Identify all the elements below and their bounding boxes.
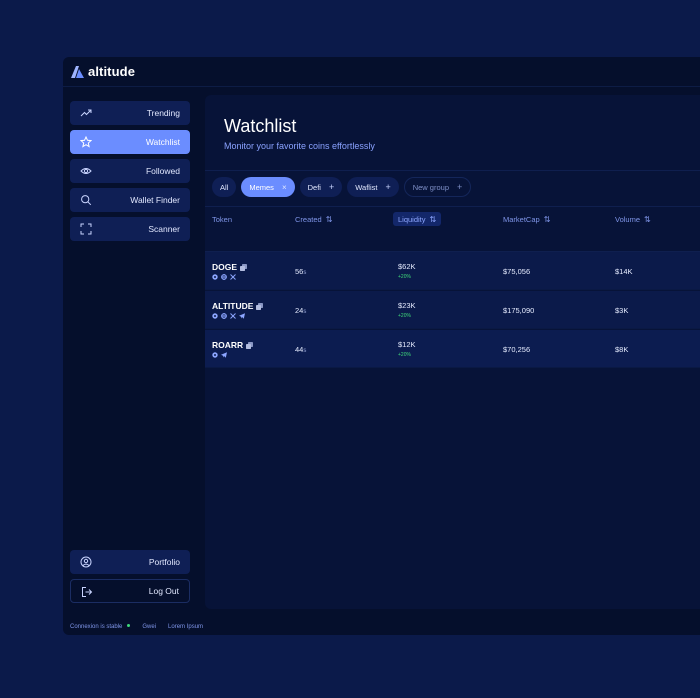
sort-icon: ⇅ xyxy=(644,214,651,224)
add-icon[interactable]: + xyxy=(329,182,334,192)
sidebar-item-logout[interactable]: Log Out xyxy=(70,579,190,603)
scan-icon xyxy=(80,223,92,235)
connection-status: Connexion is stable xyxy=(70,624,131,630)
marketcap-cell: $70,256 xyxy=(503,345,531,354)
star-icon xyxy=(80,136,92,148)
column-header-created[interactable]: Created ⇅ xyxy=(295,212,332,226)
token-name: ALTITUDE xyxy=(212,301,264,311)
status-dot-icon xyxy=(127,624,131,628)
volume-cell: $3K xyxy=(615,306,629,315)
marketcap-cell: $75,056 xyxy=(503,267,531,276)
column-header-token: Token xyxy=(212,214,233,224)
group-chip-memes[interactable]: Memes × xyxy=(241,177,295,197)
table-row[interactable]: ROARR 44s $12K +20% $70,256 $8K xyxy=(205,330,700,368)
web-icon[interactable] xyxy=(212,274,218,280)
column-header-liquidity[interactable]: Liquidity ⇅ xyxy=(393,212,442,226)
table-row[interactable]: DOGE 56s $62K +20% $75,056 $14K xyxy=(205,252,700,290)
globe-icon[interactable] xyxy=(221,274,227,280)
eye-icon xyxy=(80,168,92,174)
liquidity-value: $62K xyxy=(398,262,416,271)
x-icon[interactable] xyxy=(230,313,236,319)
sidebar-item-label: Watchlist xyxy=(145,137,180,147)
copy-icon[interactable] xyxy=(246,341,254,349)
sidebar-item-label: Wallet Finder xyxy=(130,195,180,205)
sidebar-item-label: Log Out xyxy=(148,586,179,596)
telegram-icon[interactable] xyxy=(239,313,245,319)
app-window: altitude Trending Watchlist Followed Wal… xyxy=(63,57,700,635)
token-name: ROARR xyxy=(212,340,254,350)
add-icon: + xyxy=(457,182,463,192)
sidebar: Trending Watchlist Followed Wallet Finde… xyxy=(63,95,197,609)
liquidity-value: $23K xyxy=(398,301,416,310)
telegram-icon[interactable] xyxy=(221,352,227,358)
sidebar-item-label: Portfolio xyxy=(148,557,180,567)
group-chip-waflist[interactable]: Waflist + xyxy=(347,177,399,197)
created-cell: 56s xyxy=(295,267,307,276)
group-tabs: All Memes × Defi + Waflist + New group + xyxy=(212,177,472,197)
token-name: DOGE xyxy=(212,262,248,272)
x-icon[interactable] xyxy=(230,274,236,280)
page-subtitle: Monitor your favorite coins effortlessly xyxy=(224,141,375,151)
created-cell: 44s xyxy=(295,345,307,354)
status-item-lorem: Lorem Ipsum xyxy=(168,623,204,630)
liquidity-change: +20% xyxy=(398,274,411,280)
sidebar-item-followed[interactable]: Followed xyxy=(70,159,190,183)
tabs-divider xyxy=(205,206,700,207)
sidebar-item-wallet-finder[interactable]: Wallet Finder xyxy=(70,188,190,212)
liquidity-change: +20% xyxy=(398,313,411,319)
sort-icon: ⇅ xyxy=(543,214,551,224)
marketcap-cell: $175,090 xyxy=(503,306,535,315)
copy-icon[interactable] xyxy=(240,263,248,271)
web-icon[interactable] xyxy=(212,313,218,319)
sidebar-item-portfolio[interactable]: Portfolio xyxy=(70,550,190,574)
watchlist-panel: Watchlist Monitor your favorite coins ef… xyxy=(205,95,700,609)
group-chip-defi[interactable]: Defi + xyxy=(299,177,343,197)
new-group-button[interactable]: New group + xyxy=(403,177,472,197)
volume-cell: $14K xyxy=(615,267,633,276)
top-bar: altitude xyxy=(63,57,700,87)
trending-icon xyxy=(80,109,92,117)
sidebar-item-label: Followed xyxy=(145,166,180,176)
column-header-volume[interactable]: Volume ⇅ xyxy=(615,212,651,226)
logout-icon xyxy=(82,587,93,597)
search-icon xyxy=(81,195,92,206)
liquidity-change: +20% xyxy=(398,352,411,358)
web-icon[interactable] xyxy=(212,352,218,358)
user-circle-icon xyxy=(80,556,92,568)
status-item-gwei: Gwei xyxy=(142,623,157,630)
header-divider xyxy=(205,170,700,171)
altitude-logo-icon xyxy=(71,65,84,78)
social-links xyxy=(212,274,236,280)
app-name: altitude xyxy=(88,64,136,79)
remove-group-icon[interactable]: × xyxy=(282,183,287,192)
sidebar-item-watchlist[interactable]: Watchlist xyxy=(70,130,190,154)
sidebar-item-trending[interactable]: Trending xyxy=(70,101,190,125)
sort-icon: ⇅ xyxy=(429,214,437,224)
created-cell: 24s xyxy=(295,306,307,315)
sidebar-item-scanner[interactable]: Scanner xyxy=(70,217,190,241)
volume-cell: $8K xyxy=(615,345,629,354)
social-links xyxy=(212,352,227,358)
sidebar-item-label: Trending xyxy=(146,108,180,118)
sort-icon: ⇅ xyxy=(325,214,333,224)
table-row[interactable]: ALTITUDE 24s $23K +20% $175,090 $3K xyxy=(205,291,700,329)
liquidity-value: $12K xyxy=(398,340,416,349)
social-links xyxy=(212,313,245,319)
add-icon[interactable]: + xyxy=(385,182,390,192)
column-header-marketcap[interactable]: MarketCap ⇅ xyxy=(503,212,550,226)
group-chip-all[interactable]: All xyxy=(212,177,237,197)
sidebar-item-label: Scanner xyxy=(148,224,180,234)
globe-icon[interactable] xyxy=(221,313,227,319)
page-title: Watchlist xyxy=(224,116,297,136)
copy-icon[interactable] xyxy=(256,302,264,310)
status-bar: Connexion is stable Gwei Lorem Ipsum xyxy=(63,618,700,635)
